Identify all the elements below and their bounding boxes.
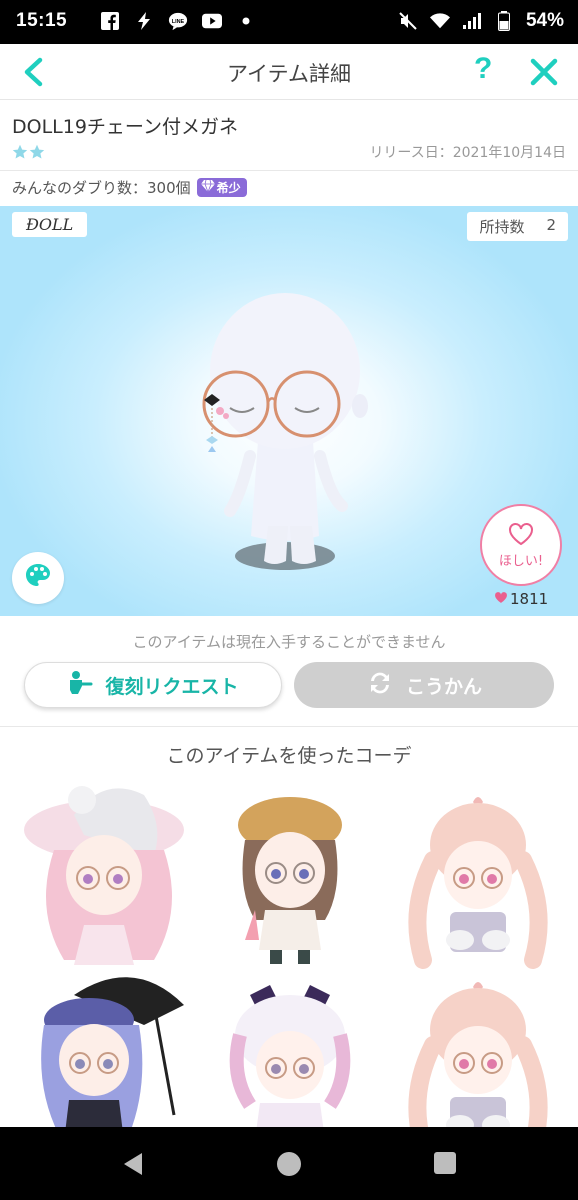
app-header: アイテム詳細 ?	[0, 44, 578, 100]
want-button[interactable]: ほしい!	[480, 504, 562, 586]
help-button[interactable]: ?	[474, 52, 492, 86]
system-nav-bar	[0, 1127, 578, 1200]
signal-icon	[462, 11, 482, 31]
nav-back-icon[interactable]	[120, 1151, 146, 1181]
want-count: 1811	[494, 590, 548, 608]
item-preview: ÐOLL 所持数 2 ほしい! 1811	[0, 206, 578, 616]
mute-icon	[398, 11, 418, 31]
line-icon: LINE	[168, 11, 188, 31]
heart-outline-icon	[508, 522, 534, 550]
avatar-figure	[202, 293, 368, 570]
battery-icon	[494, 11, 514, 31]
bolt-icon	[134, 11, 154, 31]
owned-count: 2	[546, 216, 556, 234]
brand-tag: ÐOLL	[12, 212, 88, 237]
unavailable-notice: このアイテムは現在入手することができません	[132, 633, 446, 651]
duplicate-count-label: みんなのダブり数：300個	[12, 179, 191, 197]
rarity-stars	[12, 144, 45, 164]
duplicate-count-row: みんなのダブり数：300個 希少	[12, 177, 247, 198]
coordinate-image	[408, 797, 548, 969]
youtube-icon	[202, 11, 222, 31]
exchange-icon	[366, 669, 394, 702]
nav-home-icon[interactable]	[276, 1151, 302, 1181]
dot-icon	[236, 11, 256, 31]
diamond-icon	[200, 179, 215, 195]
color-palette-button[interactable]	[12, 552, 64, 604]
coordinate-thumbnail[interactable]	[388, 780, 568, 970]
facebook-icon	[100, 11, 120, 31]
coordinate-section-title: このアイテムを使ったコーデ	[166, 745, 412, 767]
coordinate-image	[24, 786, 184, 965]
coordinate-thumbnail[interactable]	[14, 780, 194, 970]
status-bar: 15:15 LINE 54%	[0, 0, 578, 44]
owned-label: 所持数	[479, 218, 525, 236]
heart-icon	[494, 590, 508, 608]
owned-count-box: 所持数 2	[467, 212, 568, 241]
want-label: ほしい!	[498, 553, 544, 569]
close-icon[interactable]	[528, 56, 560, 88]
star-icon	[29, 144, 45, 164]
palette-icon	[23, 561, 53, 595]
divider	[0, 170, 578, 171]
rare-badge: 希少	[196, 178, 247, 197]
exchange-label: こうかん	[405, 675, 482, 698]
reissue-request-label: 復刻リクエスト	[105, 675, 239, 698]
wifi-icon	[429, 11, 450, 31]
nav-recents-icon[interactable]	[433, 1151, 457, 1179]
release-date: リリース日：2021年10月14日	[369, 145, 566, 161]
divider	[0, 726, 578, 727]
star-icon	[12, 144, 28, 164]
svg-text:LINE: LINE	[172, 19, 185, 25]
coordinate-thumbnail[interactable]	[200, 780, 380, 970]
item-name: DOLL19チェーン付メガネ	[12, 116, 238, 138]
request-icon	[67, 670, 93, 701]
exchange-button[interactable]: こうかん	[294, 662, 554, 708]
rare-badge-label: 希少	[216, 181, 241, 195]
reissue-request-button[interactable]: 復刻リクエスト	[24, 662, 282, 708]
coordinate-image	[238, 797, 342, 964]
status-time: 15:15	[16, 10, 68, 31]
battery-percent: 54%	[525, 10, 564, 31]
want-count-value: 1811	[510, 590, 549, 608]
